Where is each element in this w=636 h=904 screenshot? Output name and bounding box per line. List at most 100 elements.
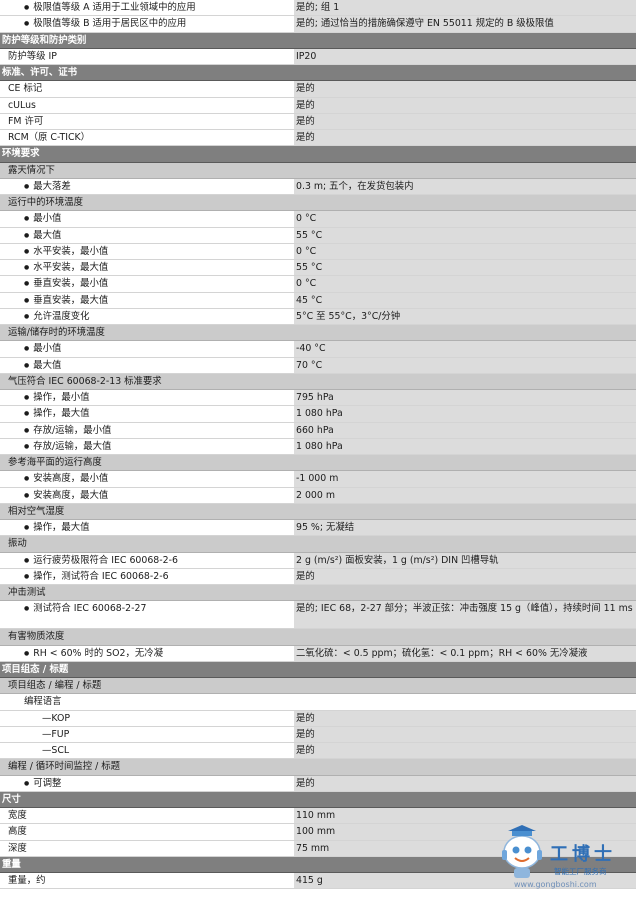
subsection-header-label: 气压符合 IEC 60068-2-13 标准要求	[8, 375, 162, 387]
spec-label: 可调整	[0, 776, 294, 791]
subsection-header: 参考海平面的运行高度	[0, 455, 636, 472]
spec-row: 垂直安装，最小值0 °C	[0, 276, 636, 293]
spec-value: 2 g (m/s²) 面板安装，1 g (m/s²) DIN 凹槽导轨	[294, 552, 636, 568]
spec-value: 是的; 组 1	[294, 0, 636, 16]
section-header-label: 项目组态 / 标题	[2, 663, 69, 675]
section-header: 防护等级和防护类别	[0, 32, 636, 49]
spec-label: 垂直安装，最大值	[0, 293, 294, 308]
spec-row: FUP是的	[0, 726, 636, 743]
subsection-header-label: 有害物质浓度	[8, 631, 65, 643]
section-header-label: 标准、许可、证书	[2, 67, 78, 78]
watermark-tagline: 智能工厂服务商	[554, 867, 607, 876]
spec-label: 运行疲劳极限符合 IEC 60068-2-6	[0, 553, 294, 568]
spec-label: 测试符合 IEC 60068-2-27	[0, 601, 294, 628]
spec-row: 极限值等级 B 适用于居民区中的应用是的; 通过恰当的措施确保遵守 EN 550…	[0, 16, 636, 33]
spec-label: 重量，约	[8, 875, 46, 886]
spec-value: 是的; IEC 68，2-27 部分；半波正弦：冲击强度 15 g（峰值），持续…	[294, 601, 636, 629]
section-header-label: 重量	[2, 858, 21, 870]
spec-value: 是的	[294, 743, 636, 759]
spec-label: 最大落差	[0, 179, 294, 194]
spec-row: KOP是的	[0, 710, 636, 727]
section-header-label: 尺寸	[2, 793, 21, 805]
spec-label: 水平安装，最大值	[0, 260, 294, 275]
spec-value: 是的	[294, 130, 636, 146]
spec-row: 运行疲劳极限符合 IEC 60068-2-62 g (m/s²) 面板安装，1 …	[0, 552, 636, 569]
section-header: 项目组态 / 标题	[0, 661, 636, 678]
spec-label: 操作，最大值	[0, 406, 294, 421]
spec-value: 45 °C	[294, 292, 636, 308]
spec-row: RCM（原 C-TICK） 是的	[0, 130, 636, 147]
spec-value: 二氧化硫：< 0.5 ppm；硫化氢：< 0.1 ppm；RH < 60% 无冷…	[294, 645, 636, 661]
spec-label: 存放/运输，最小值	[0, 423, 294, 438]
spec-label: RH < 60% 时的 SO2，无冷凝	[0, 646, 294, 661]
spec-label: 最大值	[0, 228, 294, 243]
subsection-header: 振动	[0, 536, 636, 553]
spec-label: 允许温度变化	[0, 309, 294, 324]
spec-row: 操作，最大值1 080 hPa	[0, 406, 636, 423]
spec-label: 防护等级 IP	[8, 50, 57, 62]
spec-row: 最小值-40 °C	[0, 341, 636, 358]
subsection-header: 气压符合 IEC 60068-2-13 标准要求	[0, 373, 636, 390]
subsection-header: 冲击测试	[0, 585, 636, 602]
subsection-header-label: 编程 / 循环时间监控 / 标题	[8, 761, 120, 773]
spec-label: 操作，最小值	[0, 390, 294, 405]
spec-row: 最大值55 °C	[0, 227, 636, 244]
spec-label: 高度	[8, 826, 27, 838]
spec-table: 极限值等级 A 适用于工业领域中的应用是的; 组 1极限值等级 B 适用于居民区…	[0, 0, 636, 890]
subsection-header-label: 运输/储存时的环境温度	[8, 327, 105, 338]
section-header: 标准、许可、证书	[0, 65, 636, 82]
spec-row: 安装高度，最小值-1 000 m	[0, 471, 636, 488]
spec-label: 宽度	[8, 810, 27, 821]
spec-value: 是的	[294, 568, 636, 584]
section-header-label: 环境要求	[2, 148, 40, 160]
spec-value: 55 °C	[294, 260, 636, 276]
spec-value: 55 °C	[294, 227, 636, 243]
spec-row: 最小值0 °C	[0, 211, 636, 228]
spec-row: 允许温度变化5°C 至 55°C，3°C/分钟	[0, 308, 636, 325]
spec-label: cULus	[8, 99, 36, 111]
watermark-brand: 工博士	[550, 844, 616, 865]
spec-value: 660 hPa	[294, 422, 636, 438]
spec-row: cULus 是的	[0, 97, 636, 114]
spec-row: 水平安装，最小值0 °C	[0, 243, 636, 260]
subsection-header: 有害物质浓度	[0, 629, 636, 646]
spec-label: 深度	[8, 842, 27, 854]
spec-label: SCL	[0, 743, 294, 758]
subsection-header-label: 项目组态 / 编程 / 标题	[8, 680, 102, 691]
spec-value: 110 mm	[294, 808, 636, 824]
spec-label: 最大值	[0, 358, 294, 373]
subsection-header-label: 相对空气湿度	[8, 505, 65, 517]
spec-value: -1 000 m	[294, 471, 636, 487]
spec-row: 垂直安装，最大值45 °C	[0, 292, 636, 309]
spec-value: 95 %; 无凝结	[294, 520, 636, 536]
spec-label: 垂直安装，最小值	[0, 276, 294, 291]
spec-value: 70 °C	[294, 357, 636, 373]
spec-value: 1 080 hPa	[294, 406, 636, 422]
spec-row: 操作，最大值95 %; 无凝结	[0, 520, 636, 537]
subsection-header: 相对空气湿度	[0, 503, 636, 520]
spec-value: 2 000 m	[294, 487, 636, 503]
spec-value: 5°C 至 55°C，3°C/分钟	[294, 308, 636, 324]
spec-label: 操作，测试符合 IEC 60068-2-6	[0, 569, 294, 584]
robot-mascot-icon	[502, 825, 542, 878]
spec-label: 存放/运输，最大值	[0, 439, 294, 454]
spec-row: 可调整是的	[0, 775, 636, 792]
subsection-header-label: 露天情况下	[8, 164, 55, 176]
spec-row: 存放/运输，最大值1 080 hPa	[0, 438, 636, 455]
spec-row: 防护等级 IP IP20	[0, 48, 636, 65]
spec-row: 操作，测试符合 IEC 60068-2-6是的	[0, 568, 636, 585]
spec-label: KOP	[0, 711, 294, 726]
spec-row: RH < 60% 时的 SO2，无冷凝二氧化硫：< 0.5 ppm；硫化氢：< …	[0, 645, 636, 662]
spec-label: CE 标记	[8, 83, 43, 95]
spec-row: 测试符合 IEC 60068-2-27是的; IEC 68，2-27 部分；半波…	[0, 601, 636, 630]
spec-label: FM 许可	[8, 115, 44, 127]
spec-value: 是的	[294, 113, 636, 129]
spec-label: 安装高度，最小值	[0, 471, 294, 486]
spec-value: -40 °C	[294, 341, 636, 357]
watermark: 工博士 智能工厂服务商 www.gongboshi.com	[498, 822, 634, 892]
spec-value: 是的	[294, 81, 636, 97]
spec-row: CE 标记 是的	[0, 81, 636, 98]
subsection-header: 运输/储存时的环境温度	[0, 325, 636, 342]
spec-value: 是的	[294, 775, 636, 791]
watermark-url: www.gongboshi.com	[514, 880, 597, 889]
